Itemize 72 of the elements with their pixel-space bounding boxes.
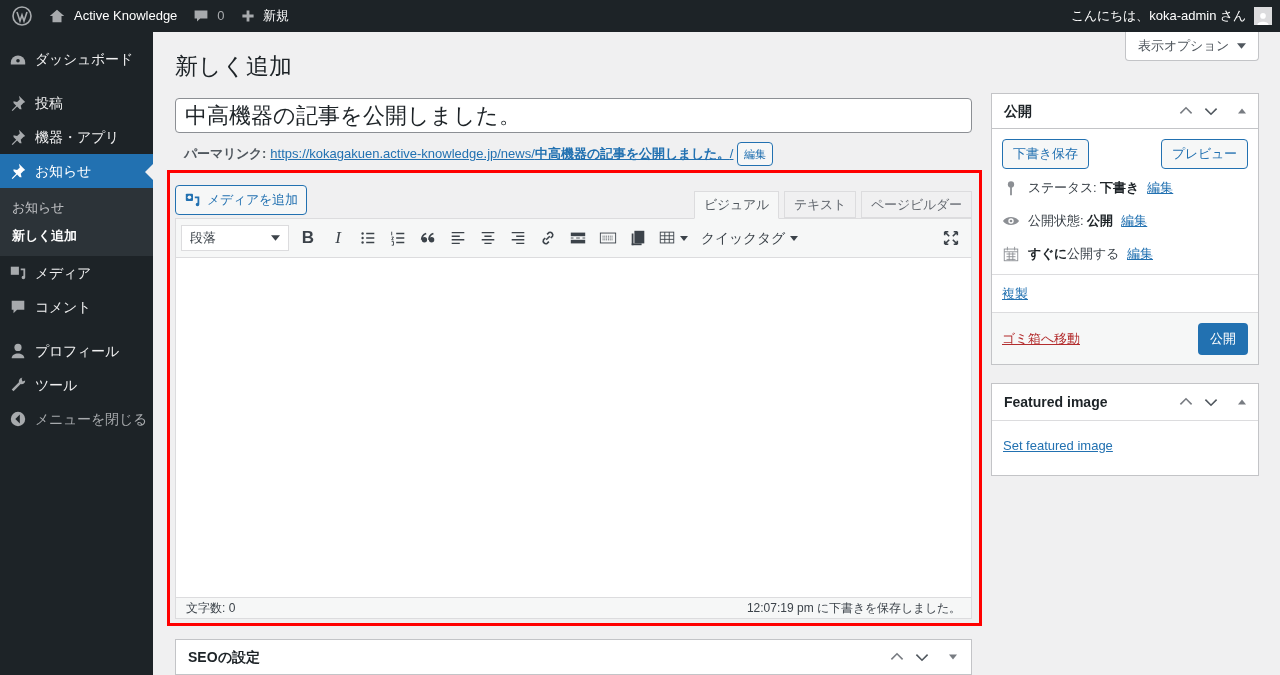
link-icon[interactable] <box>539 229 557 247</box>
edit-link[interactable]: 編集 <box>1121 210 1148 231</box>
plus-icon <box>240 9 255 23</box>
set-featured-image-link[interactable]: Set featured image <box>1003 438 1113 453</box>
pin-icon <box>9 94 27 112</box>
page-title: 新しく追加 <box>175 52 292 80</box>
publish-setting: ステータス: 下書き <box>1028 178 1140 197</box>
home-icon <box>48 7 66 25</box>
align-center-icon[interactable] <box>479 229 497 247</box>
caret-icon <box>271 235 280 241</box>
sidebar-item[interactable]: 投稿 <box>0 86 153 120</box>
sidebar-item[interactable]: 機器・アプリ <box>0 120 153 154</box>
copy-icon[interactable] <box>629 229 647 247</box>
screen-options-button[interactable]: 表示オプション <box>1125 32 1259 61</box>
permalink-label: パーマリンク: <box>184 145 267 164</box>
numbers-icon[interactable] <box>389 229 407 247</box>
add-media-button[interactable]: メディアを追加 <box>175 185 307 215</box>
permalink-link[interactable]: https://kokagakuen.active-knowledge.jp/news/中高機器の記事を公開しました。/ <box>270 144 734 164</box>
editor-tab[interactable]: ページビルダー <box>861 191 972 218</box>
sidebar-item[interactable]: プロフィール <box>0 334 153 368</box>
pin-icon <box>9 128 27 146</box>
fullscreen-icon[interactable] <box>942 229 960 247</box>
edit-permalink-button[interactable]: 編集 <box>737 142 774 166</box>
format-dropdown[interactable]: 段落 <box>181 225 289 251</box>
media-icon <box>184 191 202 209</box>
editor-tab[interactable]: ビジュアル <box>694 191 779 219</box>
calendar-icon <box>1002 244 1020 263</box>
submenu-item[interactable]: 新しく追加 <box>0 222 153 250</box>
trash-link[interactable]: ゴミ箱へ移動 <box>1002 328 1080 349</box>
publish-setting: すぐに公開する <box>1028 244 1119 263</box>
duplicate-link[interactable]: 複製 <box>1002 283 1028 304</box>
bullets-icon[interactable] <box>359 229 377 247</box>
caret-icon <box>1237 43 1246 49</box>
preview-button[interactable]: プレビュー <box>1161 139 1248 169</box>
title-field[interactable]: 中高機器の記事を公開しました。 <box>175 98 972 133</box>
submenu-item[interactable]: お知らせ <box>0 194 153 222</box>
keyboard-icon[interactable] <box>599 229 617 247</box>
editor-tab[interactable]: テキスト <box>784 191 856 218</box>
save-status: 12:07:19 pm に下書きを保存しました。 <box>746 600 961 617</box>
comment-icon <box>193 8 210 24</box>
media-icon <box>9 264 27 282</box>
sidebar-item[interactable]: ツール <box>0 368 153 402</box>
panel-title: Featured image <box>1004 392 1108 412</box>
edit-link[interactable]: 編集 <box>1147 177 1174 198</box>
menu-pointer-icon <box>145 164 153 180</box>
pin-icon <box>9 162 27 180</box>
quick-tags-dropdown[interactable]: クイックタグ <box>701 227 798 249</box>
table-icon[interactable] <box>658 229 676 247</box>
edit-link[interactable]: 編集 <box>1127 243 1153 264</box>
caret-icon <box>790 235 798 241</box>
publish-setting: 公開状態: 公開 <box>1028 211 1114 230</box>
greeting-link[interactable]: こんにちは、koka-admin さん <box>1071 6 1246 26</box>
save-draft-button[interactable]: 下書き保存 <box>1002 139 1089 169</box>
sidebar-item[interactable]: メニューを閉じる <box>0 402 153 436</box>
align-right-icon[interactable] <box>509 229 527 247</box>
site-name-link[interactable]: Active Knowledge <box>74 6 178 26</box>
panel-title: SEOの設定 <box>188 647 260 667</box>
panel-title: 公開 <box>1004 101 1032 121</box>
caret-icon[interactable] <box>680 235 688 241</box>
new-link[interactable]: 新規 <box>262 6 289 26</box>
sidebar-item[interactable]: お知らせ <box>0 154 153 188</box>
sidebar-item[interactable]: ダッシュボード <box>0 42 153 76</box>
word-count: 文字数: 0 <box>186 600 236 617</box>
align-left-icon[interactable] <box>449 229 467 247</box>
publish-button[interactable]: 公開 <box>1198 322 1248 355</box>
sidebar-item[interactable]: メディア <box>0 256 153 290</box>
sidebar-item[interactable]: コメント <box>0 290 153 324</box>
wrench-icon <box>9 376 27 394</box>
person-icon <box>9 342 27 360</box>
bold-button[interactable]: B <box>293 223 323 253</box>
comment-count[interactable]: 0 <box>217 6 225 26</box>
italic-button[interactable]: I <box>323 223 353 253</box>
